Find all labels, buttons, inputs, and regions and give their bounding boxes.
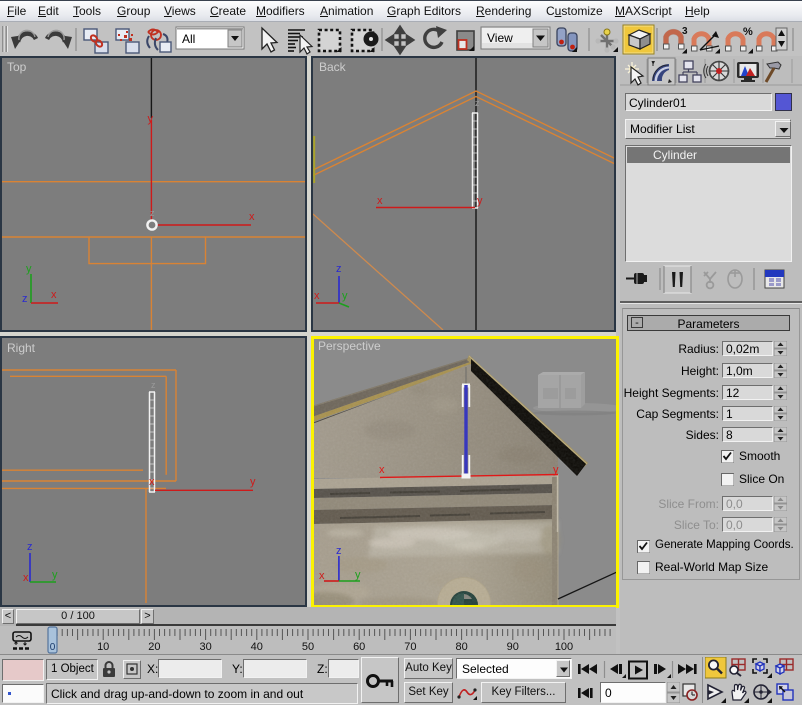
svg-text:y: y [477,195,483,207]
svg-text:40: 40 [251,641,263,653]
svg-text:20: 20 [148,641,160,653]
svg-text:y: y [148,113,154,125]
svg-text:y: y [342,290,348,302]
svg-text:Perspective: Perspective [318,339,381,353]
svg-text:x: x [149,476,155,488]
svg-text:y: y [26,263,32,275]
svg-text:x: x [379,464,385,476]
svg-text:z: z [475,98,480,108]
svg-text:50: 50 [302,641,314,653]
svg-text:Right: Right [7,341,36,355]
svg-text:z: z [150,208,155,218]
svg-text:z: z [22,293,28,305]
svg-text:z: z [151,380,156,390]
svg-text:y: y [553,464,559,476]
svg-text:y: y [250,476,256,488]
svg-text:30: 30 [199,641,211,653]
svg-text:y: y [52,569,58,581]
svg-text:z: z [336,545,342,557]
svg-text:x: x [377,195,383,207]
svg-text:View: View [487,31,513,45]
svg-text:60: 60 [353,641,365,653]
svg-text:x: x [23,572,29,584]
svg-text:Top: Top [7,60,27,74]
svg-text:x: x [314,290,320,302]
svg-text:70: 70 [404,641,416,653]
svg-text:Back: Back [319,60,347,74]
svg-text:100: 100 [555,641,573,653]
svg-text:x: x [319,570,325,582]
svg-text:80: 80 [455,641,467,653]
svg-text:0: 0 [50,642,56,653]
svg-text:y: y [355,569,361,581]
svg-text:z: z [336,263,342,275]
svg-text:10: 10 [97,641,109,653]
svg-text:%: % [743,26,753,38]
svg-text:x: x [249,211,255,223]
svg-text:90: 90 [507,641,519,653]
svg-text:x: x [51,289,57,301]
svg-text:z: z [27,541,33,553]
svg-text:3: 3 [682,26,688,37]
svg-text:All: All [182,32,195,46]
